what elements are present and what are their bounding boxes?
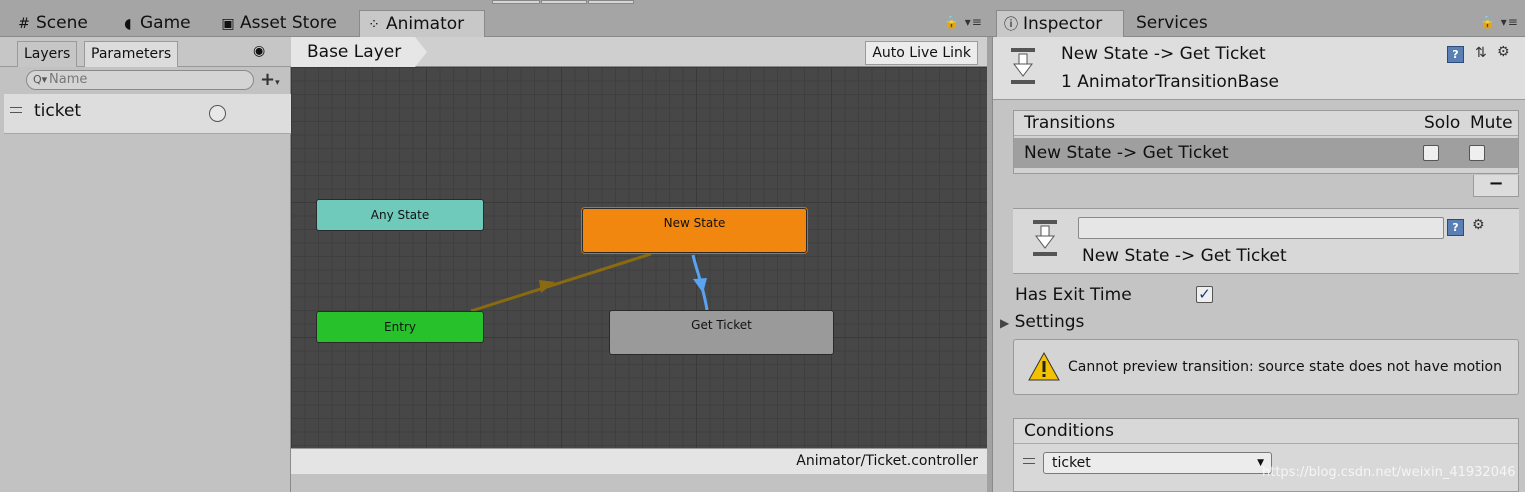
trigger-toggle[interactable] (209, 105, 226, 122)
inspector-subtitle: 1 AnimatorTransitionBase (1061, 72, 1279, 92)
tab-inspector[interactable]: ⓘ Inspector (996, 10, 1124, 37)
tab-animator[interactable]: ⁘ Animator (359, 10, 485, 37)
transitions-list: Transitions Solo Mute New State -> Get T… (1013, 110, 1519, 174)
layers-parameters-tabs: Layers Parameters ◉ (0, 37, 291, 67)
pause-button[interactable] (541, 0, 587, 4)
transition-name-field[interactable] (1078, 217, 1444, 239)
gear-icon[interactable]: ⚙ (1497, 44, 1510, 60)
solo-checkbox[interactable] (1423, 145, 1439, 161)
bag-icon: ▣ (221, 16, 235, 32)
search-icon: Q▾ (33, 73, 48, 86)
gear-icon[interactable]: ⚙ (1472, 217, 1485, 233)
parameter-search-input[interactable]: Q▾ Name (26, 70, 254, 90)
parameter-name[interactable]: ticket (34, 101, 81, 121)
auto-live-link-button[interactable]: Auto Live Link (865, 41, 978, 65)
controller-path: Animator/Ticket.controller (796, 453, 978, 469)
animator-icon: ⁘ (368, 17, 380, 33)
new-state-node[interactable]: New State (582, 208, 807, 253)
context-menu-icon[interactable]: ▾≡ (965, 15, 983, 29)
solo-header: Solo (1424, 113, 1461, 133)
step-button[interactable] (588, 0, 634, 4)
add-parameter-button[interactable]: +▾ (260, 71, 280, 92)
chevron-right-icon: ▶ (1000, 316, 1010, 330)
pacman-icon: ◖ (124, 16, 132, 32)
get-ticket-node[interactable]: Get Ticket (609, 310, 834, 355)
warning-text: Cannot preview transition: source state … (1068, 359, 1502, 375)
transition-name-label: New State -> Get Ticket (1082, 246, 1287, 266)
drag-handle-icon[interactable] (10, 107, 22, 113)
transition-row[interactable]: New State -> Get Ticket (1014, 138, 1518, 168)
has-exit-time-label: Has Exit Time (1015, 285, 1132, 305)
breadcrumb[interactable]: Base Layer (291, 37, 428, 67)
transition-settings-card: ? ⚙ New State -> Get Ticket (1013, 208, 1519, 274)
window-tab-strip: # Scene ◖ Game ▣ Asset Store ⁘ Animator 🔒 ▾≡… (0, 0, 1525, 37)
inspector-title: New State -> Get Ticket (1061, 44, 1266, 64)
entry-node[interactable]: Entry (316, 311, 484, 343)
condition-parameter-dropdown[interactable]: ticket ▼ (1043, 452, 1272, 474)
help-book-icon[interactable]: ? (1447, 46, 1464, 63)
state-machine-graph[interactable]: Any State Entry New State Get Ticket (291, 67, 987, 448)
has-exit-time-checkbox[interactable]: ✓ (1196, 286, 1213, 303)
tab-layers[interactable]: Layers (17, 41, 78, 67)
inspector-lock-menu[interactable]: 🔒 ▾≡ (1480, 15, 1519, 29)
tab-services[interactable]: Services (1130, 10, 1240, 37)
inspector-header: New State -> Get Ticket 1 AnimatorTransi… (993, 37, 1525, 100)
animator-lock-menu[interactable]: 🔒 ▾≡ (944, 15, 983, 29)
eye-icon[interactable]: ◉ (253, 43, 265, 59)
mute-checkbox[interactable] (1469, 145, 1485, 161)
mute-header: Mute (1470, 113, 1513, 133)
parameters-panel: Layers Parameters ◉ Q▾ Name +▾ ticket (0, 37, 291, 492)
transition-icon (1011, 48, 1035, 84)
preset-icon[interactable]: ⇅ (1475, 45, 1487, 61)
remove-transition-button[interactable]: − (1473, 175, 1519, 197)
graph-header: Base Layer Auto Live Link (291, 37, 987, 67)
tab-asset-store[interactable]: ▣ Asset Store (214, 10, 358, 37)
selected-transition-arrow (693, 278, 707, 293)
grid-icon: # (18, 16, 30, 32)
watermark: https://blog.csdn.net/weixin_41932046 (1262, 465, 1516, 480)
conditions-header: Conditions (1014, 419, 1518, 444)
inspector-panel: New State -> Get Ticket 1 AnimatorTransi… (992, 37, 1525, 492)
warning-icon (1028, 351, 1060, 381)
tab-scene[interactable]: # Scene (10, 10, 114, 37)
any-state-node[interactable]: Any State (316, 199, 484, 231)
context-menu-icon[interactable]: ▾≡ (1501, 15, 1519, 29)
play-button[interactable] (492, 0, 540, 4)
lock-icon[interactable]: 🔒 (944, 15, 960, 29)
transitions-header: Transitions Solo Mute (1014, 111, 1518, 136)
parameter-row[interactable]: ticket (4, 94, 291, 134)
warning-box: Cannot preview transition: source state … (1013, 339, 1519, 395)
info-icon: ⓘ (1004, 17, 1018, 33)
help-book-icon[interactable]: ? (1447, 219, 1464, 236)
tab-parameters[interactable]: Parameters (84, 41, 179, 67)
transition-lines (470, 252, 709, 313)
settings-foldout[interactable]: ▶ Settings (1000, 312, 1084, 332)
graph-footer: Animator/Ticket.controller (291, 448, 987, 474)
conditions-list: Conditions ticket ▼ (1013, 418, 1519, 492)
parameter-search-row: Q▾ Name +▾ (0, 67, 291, 93)
drag-handle-icon[interactable] (1023, 458, 1035, 464)
lock-icon[interactable]: 🔒 (1480, 15, 1496, 29)
tab-game[interactable]: ◖ Game (114, 10, 210, 37)
bottom-bar (291, 474, 987, 492)
entry-transition[interactable] (470, 252, 652, 313)
transition-icon (1033, 220, 1057, 256)
